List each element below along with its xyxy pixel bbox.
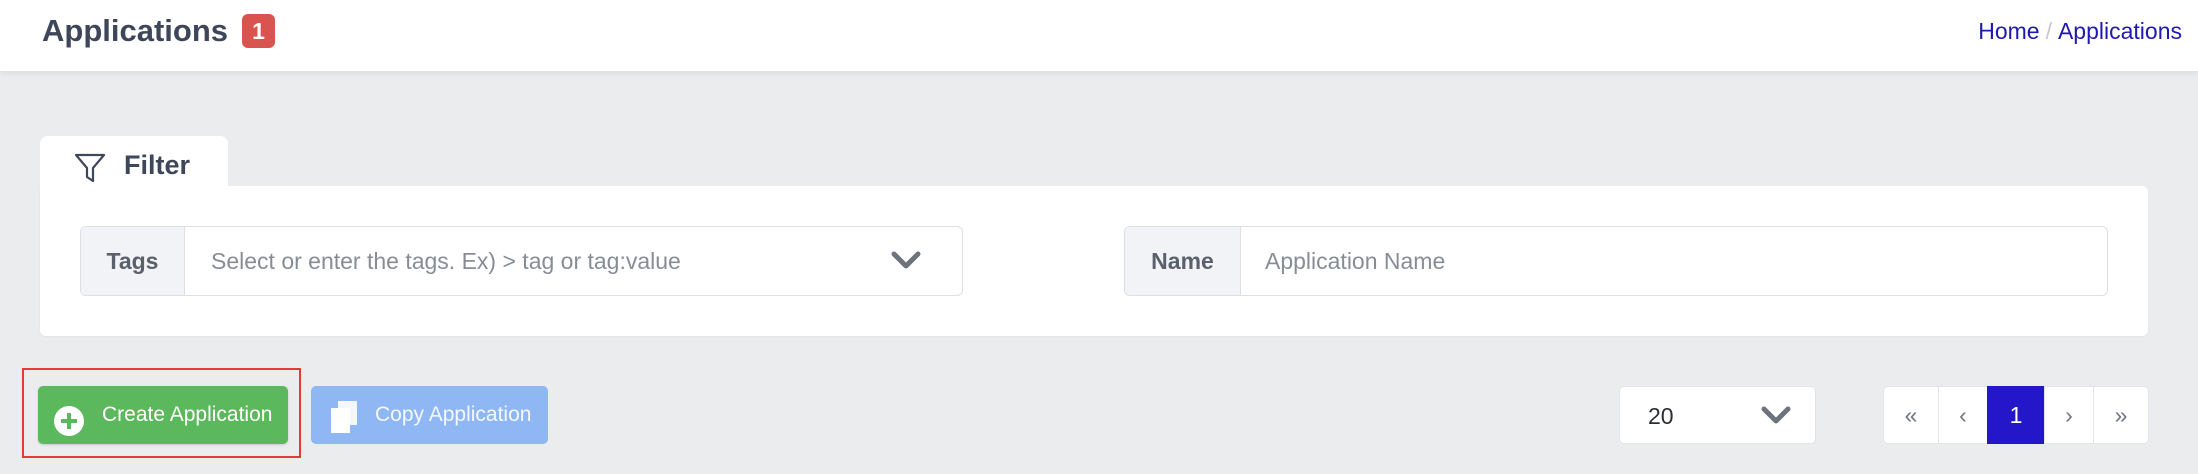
copy-application-button[interactable]: Copy Application xyxy=(311,386,548,444)
chevron-down-icon xyxy=(1761,406,1791,431)
last-page-button[interactable]: » xyxy=(2093,386,2149,444)
breadcrumb-separator: / xyxy=(2045,18,2052,44)
page-size-select[interactable]: 20 xyxy=(1619,386,1816,444)
prev-page-button[interactable]: ‹ xyxy=(1938,386,1988,444)
breadcrumb: Home / Applications xyxy=(1978,14,2182,48)
filter-panel: Tags Select or enter the tags. Ex) > tag… xyxy=(40,186,2148,336)
breadcrumb-home-link[interactable]: Home xyxy=(1978,18,2039,44)
top-bar: Applications 1 Home / Applications xyxy=(0,0,2198,71)
count-badge: 1 xyxy=(242,14,275,48)
first-page-button[interactable]: « xyxy=(1883,386,1939,444)
page-1-button[interactable]: 1 xyxy=(1987,386,2045,444)
name-input[interactable]: Application Name xyxy=(1265,227,1445,295)
create-application-button[interactable]: Create Application xyxy=(38,386,288,444)
name-label: Name xyxy=(1125,227,1241,295)
pagination: « ‹ 1 › » xyxy=(1883,386,2149,444)
filter-tab[interactable]: Filter xyxy=(40,136,228,188)
filter-tab-label: Filter xyxy=(124,150,191,180)
tags-select[interactable]: Select or enter the tags. Ex) > tag or t… xyxy=(211,227,681,295)
plus-circle-icon xyxy=(54,401,84,459)
next-page-button[interactable]: › xyxy=(2044,386,2094,444)
filter-icon xyxy=(74,152,106,189)
create-application-label: Create Application xyxy=(102,403,273,426)
copy-application-label: Copy Application xyxy=(375,403,532,426)
page-title: Applications xyxy=(42,13,229,48)
breadcrumb-current[interactable]: Applications xyxy=(2058,18,2182,44)
tags-filter: Tags Select or enter the tags. Ex) > tag… xyxy=(80,226,963,296)
name-filter: Name Application Name xyxy=(1124,226,2108,296)
chevron-down-icon[interactable] xyxy=(891,251,921,276)
tags-label: Tags xyxy=(81,227,185,295)
copy-icon xyxy=(329,399,359,457)
page-size-value: 20 xyxy=(1648,403,1674,429)
